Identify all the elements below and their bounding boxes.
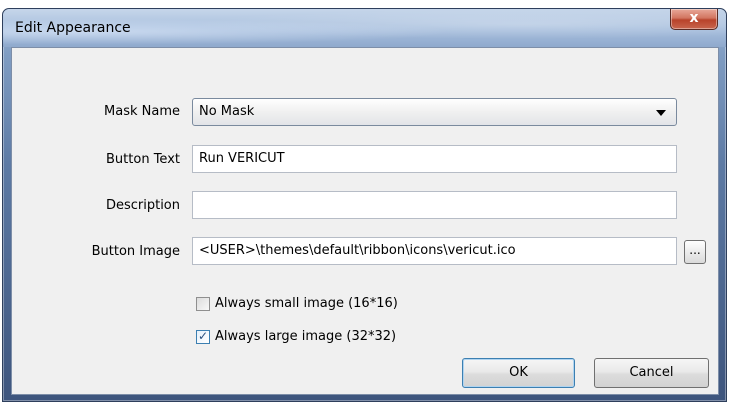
title-bar[interactable]: Edit Appearance x	[3, 9, 726, 47]
cancel-button[interactable]: Cancel	[594, 358, 709, 388]
browse-button[interactable]: ...	[684, 240, 706, 264]
description-input[interactable]	[192, 191, 677, 219]
large-image-checkbox[interactable]: ✓	[196, 328, 210, 344]
mask-name-value: No Mask	[199, 104, 255, 119]
small-image-label: Always small image (16*16)	[215, 296, 398, 311]
close-button[interactable]: x	[670, 9, 718, 30]
button-image-label: Button Image	[91, 244, 180, 259]
description-label: Description	[105, 198, 180, 213]
small-image-checkbox[interactable]	[196, 296, 210, 311]
background-window-strip	[0, 0, 729, 8]
large-image-label: Always large image (32*32)	[215, 329, 397, 344]
edit-appearance-dialog: Edit Appearance x Mask Name No Mask Butt…	[2, 8, 727, 402]
button-text-input[interactable]: Run VERICUT	[192, 145, 677, 173]
mask-name-dropdown[interactable]: No Mask	[192, 98, 677, 126]
ok-button[interactable]: OK	[462, 358, 575, 388]
small-image-option[interactable]: Always small image (16*16)	[196, 296, 398, 311]
mask-name-label: Mask Name	[104, 104, 180, 119]
large-image-option[interactable]: ✓ Always large image (32*32)	[196, 329, 396, 344]
button-text-label: Button Text	[106, 152, 180, 167]
dialog-title: Edit Appearance	[15, 20, 131, 36]
button-image-input[interactable]: <USER>\themes\default\ribbon\icons\veric…	[192, 237, 677, 265]
close-icon: x	[689, 10, 699, 26]
checkmark-icon: ✓	[198, 328, 209, 343]
dialog-client-area: Mask Name No Mask Button Text Run VERICU…	[11, 47, 719, 395]
chevron-down-icon	[656, 110, 666, 116]
